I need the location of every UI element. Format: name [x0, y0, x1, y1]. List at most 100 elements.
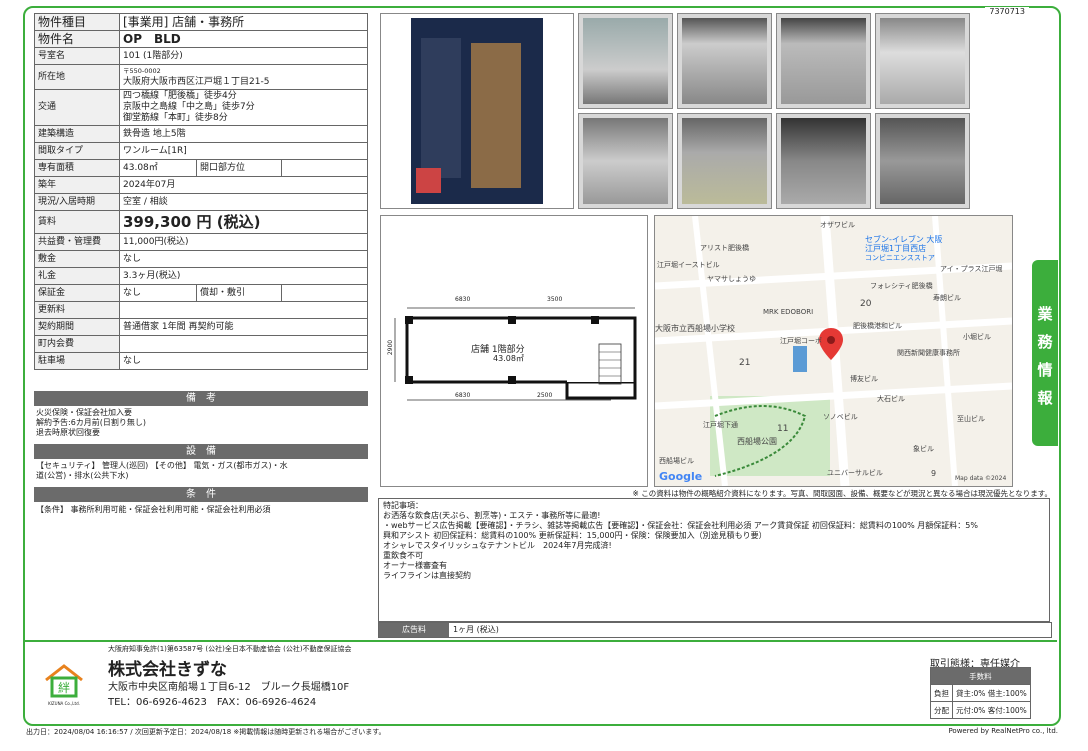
opening-label: 開口部方位: [196, 159, 282, 177]
remarks-line: 解約予告:6カ月前(日割り無し): [36, 418, 147, 427]
renewal-value: [119, 301, 368, 319]
guarantee-value: なし: [119, 284, 197, 302]
location-map[interactable]: オザワビル セブン-イレブン 大阪 江戸堀1丁目西店 コンビニエンスストア アリ…: [654, 215, 1013, 487]
interior-photo-8[interactable]: [875, 113, 970, 209]
interior-photo-1[interactable]: [578, 13, 673, 109]
status-value: 空室 / 相談: [119, 193, 368, 211]
parking-value: なし: [119, 352, 368, 370]
common-label: 共益費・管理費: [34, 233, 120, 251]
remarks-text: 火災保険・保証会社加入要 解約予告:6カ月前(日割り無し) 退去時原状回復要: [36, 408, 366, 438]
town-fee-label: 町内会費: [34, 335, 120, 353]
map-label: 大石ビル: [877, 395, 905, 403]
traffic-line: 四つ橋線「肥後橋」徒歩4分: [123, 91, 237, 101]
postal-code: 〒550-0002: [123, 67, 161, 75]
built-value: 2024年07月: [119, 176, 368, 194]
floor-plan[interactable]: 6830 3500 6830 2500 2900 店舗 1階部分 43.08㎡: [380, 215, 648, 487]
traffic-line: 御堂筋線「本町」徒歩8分: [123, 113, 228, 123]
output-date: 出力日：2024/08/04 16:16:57 / 次回更新予定日：2024/0…: [26, 728, 386, 736]
interior-photo-6[interactable]: [677, 113, 772, 209]
town-fee-value: [119, 335, 368, 353]
map-label: 江戸堀イーストビル: [657, 261, 720, 269]
map-label: ソノベビル: [823, 413, 858, 421]
name-label: 物件名: [34, 30, 120, 48]
guarantee-label: 保証金: [34, 284, 120, 302]
building-exterior-photo[interactable]: [380, 13, 574, 209]
address-value: 大阪府大阪市西区江戸堀１丁目21-5: [123, 77, 270, 87]
fee-table: 手数料 負担 貸主:0% 借主:100% 分配 元付:0% 客付:100%: [930, 667, 1031, 719]
company-phone: TEL：06-6926-4623 FAX：06-6926-4624: [108, 697, 317, 708]
layout-value: ワンルーム[1R]: [119, 142, 368, 160]
conditions-text: 【条件】 事務所利用可能・保証会社利用可能・保証会社利用必須: [36, 505, 271, 514]
map-label: 西船場公園: [737, 437, 777, 446]
map-label: 11: [777, 424, 789, 434]
dim-bottom-right: 2500: [537, 392, 553, 399]
renewal-label: 更新料: [34, 301, 120, 319]
key-money-label: 礼金: [34, 267, 120, 285]
interior-photo-2[interactable]: [677, 13, 772, 109]
common-value: 11,000円(税込): [119, 233, 368, 251]
dim-bottom-left: 6830: [455, 392, 471, 399]
dim-top-right: 3500: [547, 296, 563, 303]
map-label: アイ・プラス江戸堀: [940, 265, 1003, 273]
address-cell: 〒550-0002 大阪府大阪市西区江戸堀１丁目21-5: [119, 64, 368, 90]
name-value: OP BLD: [119, 30, 368, 48]
area-label: 専有面積: [34, 159, 120, 177]
interior-photo-3[interactable]: [776, 13, 871, 109]
structure-value: 鉄骨造 地上5階: [119, 125, 368, 143]
map-label: 21: [739, 358, 751, 368]
contract-label: 契約期間: [34, 318, 120, 336]
address-label: 所在地: [34, 64, 120, 90]
map-label: ヤマサしょうゆ: [707, 275, 756, 283]
map-attribution: Map data ©2024: [955, 475, 1007, 482]
tab-char: 情: [1037, 361, 1053, 379]
map-label: コンビニエンスストア: [865, 254, 935, 262]
map-label: オザワビル: [820, 221, 855, 229]
map-label: 寿朗ビル: [933, 294, 961, 302]
interior-photo-4[interactable]: [875, 13, 970, 109]
map-label: 肥後橋港和ビル: [853, 322, 902, 330]
remarks-line: 重飲食不可: [383, 551, 423, 560]
special-remarks: 特記事項： お洒落な飲食店(天ぷら、割烹等)・エステ・事務所等に最適! ・web…: [378, 498, 1050, 622]
map-label: 江戸堀コーポ: [780, 337, 822, 345]
rent-value: 399,300 円 (税込): [119, 210, 368, 234]
remarks-line: オシャレでスタイリッシュなテナントビル 2024年7月完成済!: [383, 541, 612, 550]
structure-label: 建築構造: [34, 125, 120, 143]
map-label: 至山ビル: [957, 415, 985, 423]
remarks-line: 退去時原状回復要: [36, 428, 100, 437]
google-logo[interactable]: Google: [659, 470, 702, 483]
traffic-cell: 四つ橋線「肥後橋」徒歩4分 京阪中之島線「中之島」徒歩7分 御堂筋線「本町」徒歩…: [119, 89, 368, 126]
deposit-value: なし: [119, 250, 368, 268]
deposit-label: 敷金: [34, 250, 120, 268]
amortization-label: 償却・敷引: [196, 284, 282, 302]
map-label: フォレシティ肥後橋: [870, 282, 933, 290]
business-info-tab[interactable]: 業 務 情 報: [1032, 260, 1058, 446]
document-number: 7370713: [985, 7, 1029, 16]
amortization-value: [281, 284, 368, 302]
key-money-value: 3.3ヶ月(税込): [119, 267, 368, 285]
map-label: ユニバーサルビル: [827, 469, 883, 477]
fee-header: 手数料: [930, 667, 1031, 685]
map-label: 関西新聞健康事務所: [897, 349, 960, 357]
remarks-line: お洒落な飲食店(天ぷら、割烹等)・エステ・事務所等に最適!: [383, 511, 601, 520]
conditions-header: 条 件: [34, 487, 368, 502]
status-label: 現況/入居時期: [34, 193, 120, 211]
map-label: 9: [931, 469, 937, 478]
facilities-text: 【セキュリティ】 管理人(巡回) 【その他】 電気・ガス(都市ガス)・水 道(公…: [36, 461, 366, 481]
tab-char: 務: [1037, 333, 1053, 351]
interior-photo-5[interactable]: [578, 113, 673, 209]
remarks-header: 備 考: [34, 391, 368, 406]
interior-photo-7[interactable]: [776, 113, 871, 209]
map-label: 江戸堀下通: [703, 421, 738, 429]
rent-label: 賃料: [34, 210, 120, 234]
map-label: 20: [860, 299, 872, 309]
ad-fee-value: 1ヶ月 (税込): [453, 625, 499, 634]
traffic-line: 京阪中之島線「中之島」徒歩7分: [123, 102, 255, 112]
traffic-label: 交通: [34, 89, 120, 126]
map-label: アリスト肥後橋: [700, 244, 749, 252]
layout-label: 間取タイプ: [34, 142, 120, 160]
type-value: [事業用] 店舗・事務所: [119, 13, 368, 31]
ad-fee-row: 広告料 1ヶ月 (税込): [378, 622, 1052, 638]
room-label: 号室名: [34, 47, 120, 65]
company-address: 大阪市中央区南船場１丁目6-12 ブルーク長堀橋10F: [108, 682, 350, 693]
footer-divider: [25, 640, 1057, 642]
